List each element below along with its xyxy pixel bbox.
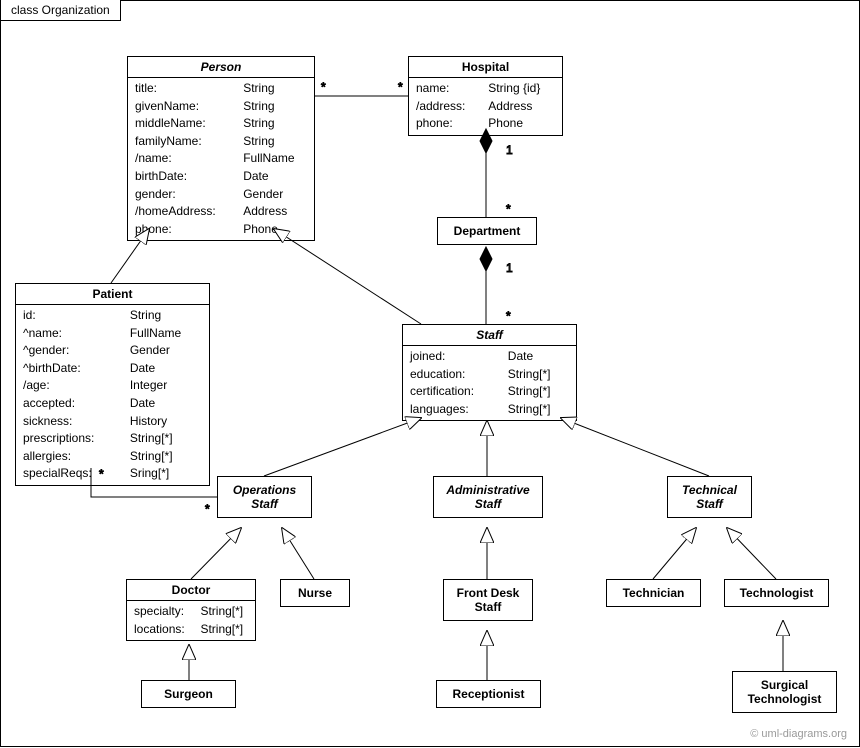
class-title: Doctor: [127, 580, 255, 601]
class-administrative-staff: Administrative Staff: [433, 476, 543, 518]
class-title: Staff: [403, 325, 576, 346]
class-technologist: Technologist: [724, 579, 829, 607]
frame: class Organization Person title:String g…: [0, 0, 860, 747]
svg-text:1: 1: [506, 143, 513, 157]
class-title: Operations Staff: [218, 477, 311, 517]
class-operations-staff: Operations Staff: [217, 476, 312, 518]
class-receptionist: Receptionist: [436, 680, 541, 708]
class-title: Department: [438, 218, 536, 244]
class-title: Technician: [607, 580, 700, 606]
class-title: Nurse: [281, 580, 349, 606]
class-title: Front Desk Staff: [444, 580, 532, 620]
class-title: Surgeon: [142, 681, 235, 707]
class-title: Person: [128, 57, 314, 78]
class-patient: Patient id:String ^name:FullName ^gender…: [15, 283, 210, 486]
class-title: Technologist: [725, 580, 828, 606]
class-nurse: Nurse: [280, 579, 350, 607]
svg-text:*: *: [398, 80, 403, 94]
class-attributes: title:String givenName:String middleName…: [128, 78, 314, 240]
class-title: Receptionist: [437, 681, 540, 707]
svg-text:*: *: [506, 309, 511, 323]
class-title: Patient: [16, 284, 209, 305]
class-staff: Staff joined:Date education:String[*] ce…: [402, 324, 577, 421]
svg-text:*: *: [506, 202, 511, 216]
svg-text:*: *: [321, 80, 326, 94]
class-surgical-technologist: Surgical Technologist: [732, 671, 837, 713]
class-attributes: specialty:String[*] locations:String[*]: [127, 601, 255, 640]
class-title: Administrative Staff: [434, 477, 542, 517]
class-technical-staff: Technical Staff: [667, 476, 752, 518]
credit-text: © uml-diagrams.org: [750, 728, 847, 740]
class-title: Hospital: [409, 57, 562, 78]
class-attributes: joined:Date education:String[*] certific…: [403, 346, 576, 420]
class-title: Surgical Technologist: [733, 672, 836, 712]
class-hospital: Hospital name:String {id} /address:Addre…: [408, 56, 563, 136]
class-front-desk-staff: Front Desk Staff: [443, 579, 533, 621]
svg-text:*: *: [205, 502, 210, 516]
class-title: Technical Staff: [668, 477, 751, 517]
class-person: Person title:String givenName:String mid…: [127, 56, 315, 241]
svg-text:1: 1: [506, 261, 513, 275]
class-attributes: id:String ^name:FullName ^gender:Gender …: [16, 305, 209, 485]
class-attributes: name:String {id} /address:Address phone:…: [409, 78, 562, 135]
class-doctor: Doctor specialty:String[*] locations:Str…: [126, 579, 256, 641]
class-department: Department: [437, 217, 537, 245]
class-technician: Technician: [606, 579, 701, 607]
class-surgeon: Surgeon: [141, 680, 236, 708]
frame-label: class Organization: [0, 0, 121, 21]
